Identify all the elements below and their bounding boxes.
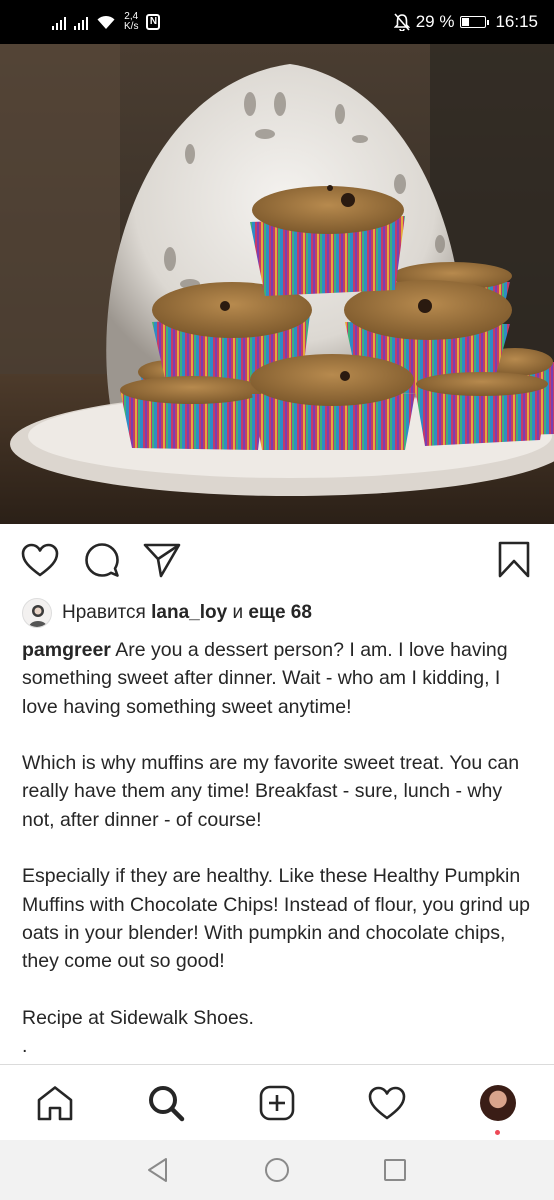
tab-profile[interactable] [478, 1083, 518, 1123]
profile-avatar [480, 1085, 516, 1121]
clock: 16:15 [495, 12, 538, 31]
home-nav-button[interactable] [264, 1157, 290, 1183]
back-triangle-icon [148, 1158, 167, 1182]
likes-summary[interactable]: Нравится lana_loy и еще 68 [22, 597, 312, 629]
nfc-icon: N [146, 14, 161, 30]
search-icon [149, 1086, 185, 1122]
likes-others[interactable]: еще 68 [248, 602, 312, 623]
share-button[interactable] [142, 540, 182, 580]
new-post-icon [259, 1085, 295, 1121]
signal-strength-icon-2 [74, 14, 88, 30]
caption-trailing: . [22, 1035, 28, 1058]
tab-home[interactable] [35, 1083, 75, 1123]
liker-username[interactable]: lana_loy [151, 602, 227, 623]
bookmark-icon [498, 541, 530, 578]
post-actions [0, 524, 554, 596]
back-button[interactable] [145, 1157, 171, 1183]
wifi-icon [97, 15, 115, 29]
recents-button[interactable] [382, 1157, 408, 1183]
likes-prefix: Нравится [62, 602, 146, 623]
mute-bell-icon [393, 13, 410, 31]
post-photo[interactable] [0, 44, 554, 524]
likes-conjunction: и [232, 602, 244, 623]
tab-activity[interactable] [367, 1083, 407, 1123]
caption-paragraph-4: Recipe at Sidewalk Shoes. [22, 1006, 254, 1029]
post-caption: pamgreer Are you a dessert person? I am.… [22, 636, 538, 1060]
share-icon [143, 543, 181, 578]
home-circle-icon [265, 1158, 289, 1182]
tab-new-post[interactable] [257, 1083, 297, 1123]
comment-icon [85, 543, 119, 577]
caption-paragraph-2: Which is why muffins are my favorite swe… [22, 752, 520, 831]
system-nav-bar [0, 1140, 554, 1200]
home-icon [37, 1086, 73, 1121]
notification-dot [495, 1130, 500, 1135]
activity-icon [368, 1086, 406, 1120]
recents-square-icon [384, 1159, 406, 1181]
tab-search[interactable] [146, 1083, 186, 1123]
status-bar: 2,4 K/s N 29 % 16:15 [0, 0, 554, 44]
caption-paragraph-3: Especially if they are healthy. Like the… [22, 865, 531, 973]
save-button[interactable] [494, 540, 534, 580]
caption-username[interactable]: pamgreer [22, 639, 111, 661]
battery-icon [460, 16, 490, 28]
heart-icon [21, 543, 59, 577]
network-speed: 2,4 K/s [124, 11, 139, 32]
signal-strength-icon-1 [52, 14, 66, 30]
liker-avatar[interactable] [22, 598, 52, 628]
likes-text: Нравится lana_loy и еще 68 [62, 602, 312, 624]
like-button[interactable] [20, 540, 60, 580]
comment-button[interactable] [82, 540, 122, 580]
bottom-tab-bar [0, 1064, 554, 1141]
battery-percent: 29 % [415, 12, 455, 31]
